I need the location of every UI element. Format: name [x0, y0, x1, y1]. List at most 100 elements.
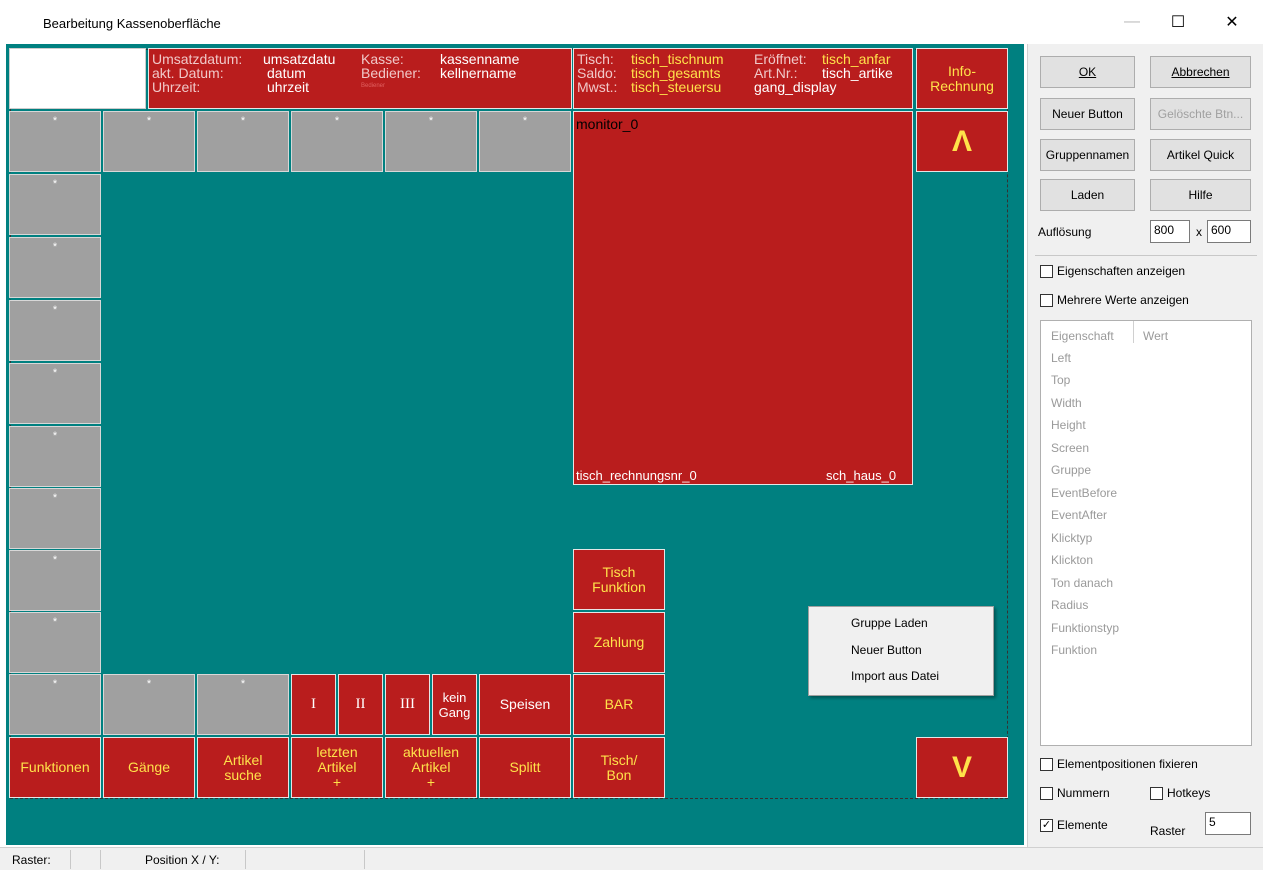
uhrzeit-value: uhrzeit [267, 79, 310, 95]
raster-input[interactable]: 5 [1205, 812, 1251, 835]
funktionen-button[interactable]: Funktionen [9, 737, 101, 798]
nummern-checkbox[interactable]: Nummern [1040, 786, 1110, 800]
speisen-button[interactable]: Speisen [479, 674, 571, 735]
kein-gang-button[interactable]: kein Gang [432, 674, 477, 735]
elemente-checkbox[interactable]: ✓ Elemente [1040, 818, 1108, 832]
prop-klicktyp: Klicktyp [1051, 531, 1093, 545]
placeholder-button[interactable]: * [103, 111, 195, 172]
mehrere-werte-checkbox[interactable]: Mehrere Werte anzeigen [1040, 293, 1189, 307]
placeholder-button[interactable]: * [9, 363, 101, 424]
checkbox-box [1040, 757, 1053, 771]
placeholder-button[interactable]: * [385, 111, 477, 172]
saldo-label: Saldo: [577, 65, 617, 81]
close-button[interactable]: ✕ [1209, 0, 1255, 44]
splitt-button[interactable]: Splitt [479, 737, 571, 798]
umsatzdatum-label: Umsatzdatum: [152, 51, 243, 67]
hilfe-button[interactable]: Hilfe [1150, 179, 1251, 211]
hotkeys-checkbox[interactable]: Hotkeys [1150, 786, 1210, 800]
placeholder-button[interactable]: * [9, 612, 101, 673]
placeholder-button[interactable]: * [291, 111, 383, 172]
placeholder-button[interactable]: * [9, 550, 101, 611]
tisch-funktion-button[interactable]: Tisch Funktion [573, 549, 665, 610]
col-divider [1133, 321, 1134, 343]
status-raster: Raster: [12, 853, 51, 867]
gaenge-button[interactable]: Gänge [103, 737, 195, 798]
bediener-label: Bediener: [361, 65, 421, 81]
neuer-button-button[interactable]: Neuer Button [1040, 98, 1135, 130]
prop-eventbefore: EventBefore [1051, 486, 1118, 500]
rechnungsnr-label: tisch_rechnungsnr_0 [576, 468, 697, 483]
status-bar: Raster: Position X / Y: [0, 847, 1263, 870]
abbrechen-button[interactable]: Abbrechen [1150, 56, 1251, 88]
tisch-label: Tisch: [577, 51, 614, 67]
col-eigenschaft: Eigenschaft [1051, 329, 1114, 343]
placeholder-button[interactable]: * [9, 174, 101, 235]
prop-radius: Radius [1051, 598, 1089, 612]
gruppennamen-button[interactable]: Gruppennamen [1040, 139, 1135, 171]
gang-1-button[interactable]: I [291, 674, 336, 735]
aufloesung-height-input[interactable]: 600 [1207, 220, 1251, 243]
akt-datum-value: datum [267, 65, 306, 81]
prop-height: Height [1051, 418, 1086, 432]
logo-box[interactable] [9, 48, 146, 109]
geloeschte-btn-button[interactable]: Gelöschte Btn... [1150, 98, 1251, 130]
property-grid[interactable]: Eigenschaft Wert Left Top Width Height S… [1040, 320, 1252, 746]
placeholder-button[interactable]: * [9, 426, 101, 487]
elementpositionen-checkbox[interactable]: Elementpositionen fixieren [1040, 757, 1198, 771]
maximize-button[interactable]: ☐ [1155, 0, 1201, 44]
placeholder-button[interactable]: * [9, 488, 101, 549]
kasse-label: Kasse: [361, 51, 404, 67]
placeholder-button[interactable]: * [197, 674, 289, 735]
prop-gruppe: Gruppe [1051, 463, 1092, 477]
minimize-button[interactable]: — [1109, 0, 1155, 44]
placeholder-button[interactable]: * [9, 674, 101, 735]
eigenschaften-label: Eigenschaften anzeigen [1057, 264, 1186, 278]
gang-3-button[interactable]: III [385, 674, 430, 735]
status-separator [100, 850, 101, 869]
haus-label: sch_haus_0 [826, 468, 897, 483]
monitor-panel[interactable]: monitor_0 tisch_rechnungsnr_0 sch_haus_0 [573, 111, 913, 485]
aufloesung-x: x [1196, 225, 1202, 239]
placeholder-button[interactable]: * [9, 300, 101, 361]
tisch-info-panel[interactable]: Tisch: tisch_tischnum Saldo: tisch_gesam… [573, 48, 913, 109]
placeholder-button[interactable]: * [479, 111, 571, 172]
placeholder-button[interactable]: * [9, 237, 101, 298]
akt-datum-label: akt. Datum: [152, 65, 224, 81]
eroeffnet-value: tisch_anfar [822, 51, 891, 67]
col-wert: Wert [1143, 329, 1169, 343]
checkbox-box [1040, 264, 1053, 278]
bar-button[interactable]: BAR [573, 674, 665, 735]
scroll-down-button[interactable]: V [916, 737, 1008, 798]
aufloesung-width-input[interactable]: 800 [1150, 220, 1190, 243]
kasse-value: kassenname [440, 51, 520, 67]
prop-klickton: Klickton [1051, 553, 1094, 567]
ctx-gruppe-laden[interactable]: Gruppe Laden [851, 616, 928, 630]
design-canvas[interactable]: Umsatzdatum: umsatzdatu akt. Datum: datu… [6, 44, 1024, 845]
ctx-import-aus-datei[interactable]: Import aus Datei [851, 669, 939, 683]
tisch-bon-button[interactable]: Tisch/ Bon [573, 737, 665, 798]
aktuellen-artikel-button[interactable]: aktuellen Artikel + [385, 737, 477, 798]
placeholder-button[interactable]: * [103, 674, 195, 735]
laden-button[interactable]: Laden [1040, 179, 1135, 211]
artikel-quick-button[interactable]: Artikel Quick [1150, 139, 1251, 171]
checkmark-icon: ✓ [1040, 818, 1053, 832]
placeholder-button[interactable]: * [197, 111, 289, 172]
prop-eventafter: EventAfter [1051, 508, 1108, 522]
eroeffnet-label: Eröffnet: [754, 51, 807, 67]
header-info-panel[interactable]: Umsatzdatum: umsatzdatu akt. Datum: datu… [148, 48, 572, 109]
scroll-up-button[interactable]: Λ [916, 111, 1008, 172]
umsatzdatum-value: umsatzdatu [263, 51, 336, 67]
saldo-value: tisch_gesamts [631, 65, 721, 81]
eigenschaften-checkbox[interactable]: Eigenschaften anzeigen [1040, 264, 1185, 278]
prop-funktionstyp: Funktionstyp [1051, 621, 1120, 635]
gang-2-button[interactable]: II [338, 674, 383, 735]
artikel-suche-button[interactable]: Artikel suche [197, 737, 289, 798]
zahlung-button[interactable]: Zahlung [573, 612, 665, 673]
monitor-name: monitor_0 [576, 116, 639, 132]
ok-button[interactable]: OK [1040, 56, 1135, 88]
info-rechnung-button[interactable]: Info- Rechnung [916, 48, 1008, 109]
letzten-artikel-button[interactable]: letzten Artikel + [291, 737, 383, 798]
hotkeys-label: Hotkeys [1167, 786, 1211, 800]
placeholder-button[interactable]: * [9, 111, 101, 172]
ctx-neuer-button[interactable]: Neuer Button [851, 643, 922, 657]
